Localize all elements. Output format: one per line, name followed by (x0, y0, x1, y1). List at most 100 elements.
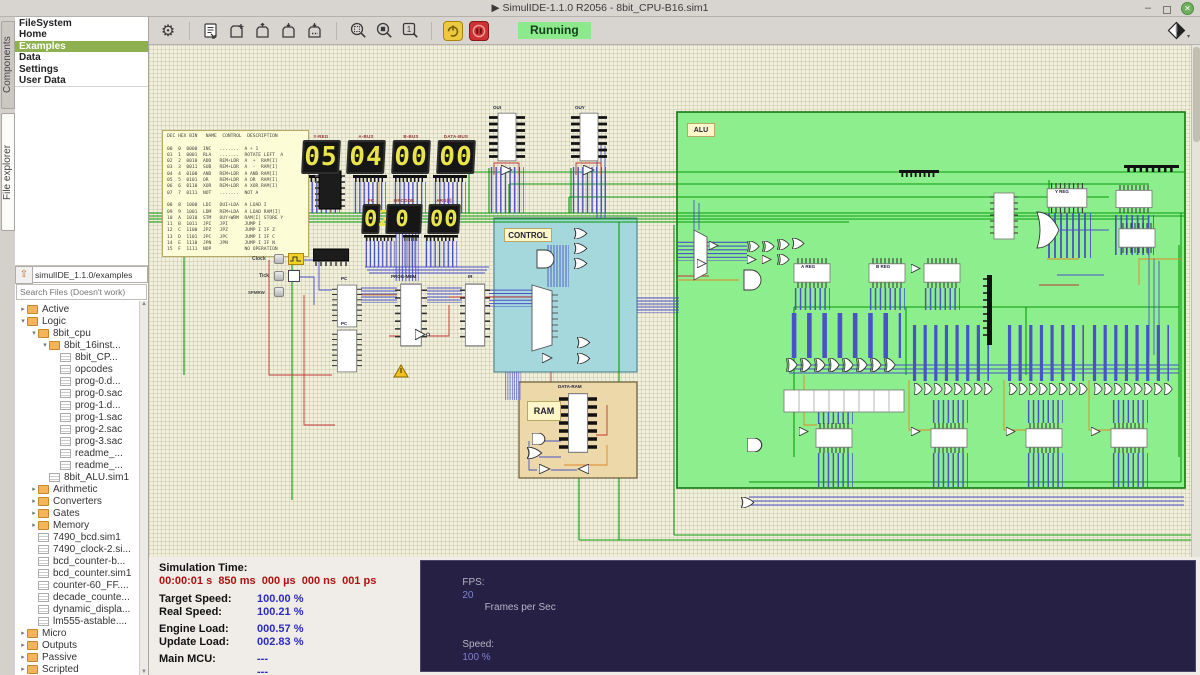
scrollbar-thumb[interactable] (1193, 47, 1200, 142)
theme-diamond-icon[interactable]: ▾ (1167, 21, 1190, 40)
tab-components[interactable]: Components (1, 21, 15, 109)
tree-item[interactable]: counter-60_FF.... (15, 579, 148, 591)
seven-segment-display[interactable]: PC 02 (362, 197, 380, 234)
tree-item[interactable]: ▸ Active (15, 303, 148, 315)
seven-segment-display[interactable]: Y-REG 05 (302, 133, 340, 174)
tree-item[interactable]: 8bit_CP... (15, 351, 148, 363)
bottom-dock: Simulation Time: 00:00:01 s 850 ms 000 µ… (149, 557, 1200, 675)
seven-segment-display[interactable]: DATA-BUS 00 (437, 133, 475, 174)
item-icon (38, 605, 49, 614)
tree-item[interactable]: prog-3.sac (15, 435, 148, 447)
clock-waveform-icon[interactable] (288, 253, 304, 265)
save-circuit-icon[interactable] (278, 20, 300, 42)
tree-item[interactable]: ▸ Converters (15, 495, 148, 507)
tab-file-explorer[interactable]: File explorer (1, 113, 15, 231)
alu-label: ALU (687, 123, 715, 137)
tree-item[interactable]: ▸ Outputs (15, 639, 148, 651)
export-circuit-icon[interactable] (200, 20, 222, 42)
tree-item[interactable]: bcd_counter-b... (15, 555, 148, 567)
status-row-value: --- (257, 653, 268, 666)
expand-arrow: ▸ (30, 521, 38, 529)
clock-switch[interactable] (274, 254, 284, 264)
zoom-all-icon[interactable] (373, 20, 395, 42)
tree-item[interactable]: bcd_counter.sim1 (15, 567, 148, 579)
item-label: Active (42, 304, 69, 315)
tree-item[interactable]: 7490_bcd.sim1 (15, 531, 148, 543)
filesystem-item[interactable]: Examples (15, 41, 148, 52)
ouy-register-chip[interactable] (571, 113, 607, 161)
tree-item[interactable]: dynamic_displa... (15, 603, 148, 615)
tree-item[interactable]: readme_... (15, 447, 148, 459)
item-label: prog-0.d... (75, 376, 121, 387)
sim-time-value: 00:00:01 s 850 ms 000 µs 000 ns 001 ps (159, 575, 420, 588)
tree-item[interactable]: ▾ 8bit_16inst... (15, 339, 148, 351)
dip-chip[interactable] (315, 171, 345, 209)
tree-item[interactable]: prog-2.sac (15, 423, 148, 435)
canvas-scrollbar[interactable] (1191, 45, 1200, 557)
tree-item[interactable]: prog-1.d... (15, 399, 148, 411)
tree-item[interactable]: ▸ Memory (15, 519, 148, 531)
instruction-note[interactable]: DEC HEX BIN NAME CONTROL DESCRIPTION 00 … (162, 130, 309, 257)
save-as-circuit-icon[interactable] (304, 20, 326, 42)
seven-segment-display[interactable]: A-BUS 04 (347, 133, 385, 174)
filesystem-item[interactable]: Settings (15, 64, 148, 75)
tick-switch[interactable] (274, 271, 284, 281)
ir-chip[interactable] (460, 284, 490, 346)
open-circuit-icon[interactable] (252, 20, 274, 42)
settings-gear-icon[interactable]: ⚙ (157, 20, 179, 42)
dip-chip[interactable] (313, 249, 349, 266)
circuit-canvas[interactable]: DEC HEX BIN NAME CONTROL DESCRIPTION 00 … (149, 45, 1200, 557)
tree-item[interactable]: ▸ Scripted (15, 663, 148, 675)
item-label: 7490_bcd.sim1 (53, 532, 121, 543)
tree-item[interactable]: ▸ Gates (15, 507, 148, 519)
power-button[interactable] (443, 21, 463, 41)
tree-item[interactable]: decade_counte... (15, 591, 148, 603)
path-field[interactable]: simulIDE_1.1.0/examples (33, 266, 148, 283)
tree-item[interactable]: lm555-astable.... (15, 615, 148, 627)
instruction-table: DEC HEX BIN NAME CONTROL DESCRIPTION 00 … (167, 134, 304, 254)
search-input[interactable] (16, 284, 147, 300)
expand-arrow: ▸ (19, 305, 27, 313)
seven-segment-display[interactable]: B-BUS 00 (392, 133, 430, 174)
spmrw-switch[interactable] (274, 287, 284, 297)
tree-item[interactable]: opcodes (15, 363, 148, 375)
tick-box[interactable] (288, 270, 300, 282)
maximize-button[interactable] (1163, 6, 1171, 14)
filesystem-item[interactable]: FileSystem (15, 18, 148, 29)
oui-register-chip[interactable] (489, 113, 525, 161)
zoom-fit-icon[interactable] (347, 20, 369, 42)
titlebar[interactable]: ▶ SimulIDE-1.1.0 R2056 - 8bit_CPU-B16.si… (0, 0, 1200, 17)
item-icon (60, 461, 71, 470)
sidebar-spacer (15, 87, 148, 265)
console-value: 20 (462, 590, 473, 601)
tree-item[interactable]: ▾ Logic (15, 315, 148, 327)
item-label: Micro (42, 628, 66, 639)
close-button[interactable]: ✕ (1181, 2, 1194, 15)
filesystem-item[interactable]: User Data (15, 75, 148, 86)
zoom-one-icon[interactable]: 1 (399, 20, 421, 42)
pc-chip[interactable] (332, 330, 362, 372)
tree-item[interactable]: prog-1.sac (15, 411, 148, 423)
tree-item[interactable]: 7490_clock-2.si... (15, 543, 148, 555)
filesystem-item[interactable]: Home (15, 29, 148, 40)
prog-mem-chip[interactable] (395, 284, 427, 346)
tree-item[interactable]: 8bit_ALU.sim1 (15, 471, 148, 483)
minimize-button[interactable]: – (1143, 3, 1153, 15)
up-directory-button[interactable]: ⇧ (15, 266, 33, 284)
tree-item[interactable]: ▸ Arithmetic (15, 483, 148, 495)
new-circuit-icon[interactable] (226, 20, 248, 42)
tree-item[interactable]: ▾ 8bit_cpu (15, 327, 148, 339)
tree-item[interactable]: prog-0.d... (15, 375, 148, 387)
seven-segment-display[interactable]: ARG[I] 00 (428, 197, 460, 234)
tree-item[interactable]: ▸ Micro (15, 627, 148, 639)
filesystem-item[interactable]: Data (15, 52, 148, 63)
item-label: 8bit_cpu (53, 328, 91, 339)
seven-segment-display[interactable]: OPCODE 0 (386, 197, 422, 234)
tree-scrollbar[interactable]: ▲▼ (139, 301, 148, 675)
tree-item[interactable]: ▸ Passive (15, 651, 148, 663)
tree-item[interactable]: prog-0.sac (15, 387, 148, 399)
pause-button[interactable] (469, 21, 489, 41)
debug-console[interactable]: FPS: 20 Frames per Sec Speed: 100 % Spee… (420, 560, 1196, 672)
tree-item[interactable]: readme_... (15, 459, 148, 471)
status-row-value: 100.00 % (257, 593, 303, 606)
